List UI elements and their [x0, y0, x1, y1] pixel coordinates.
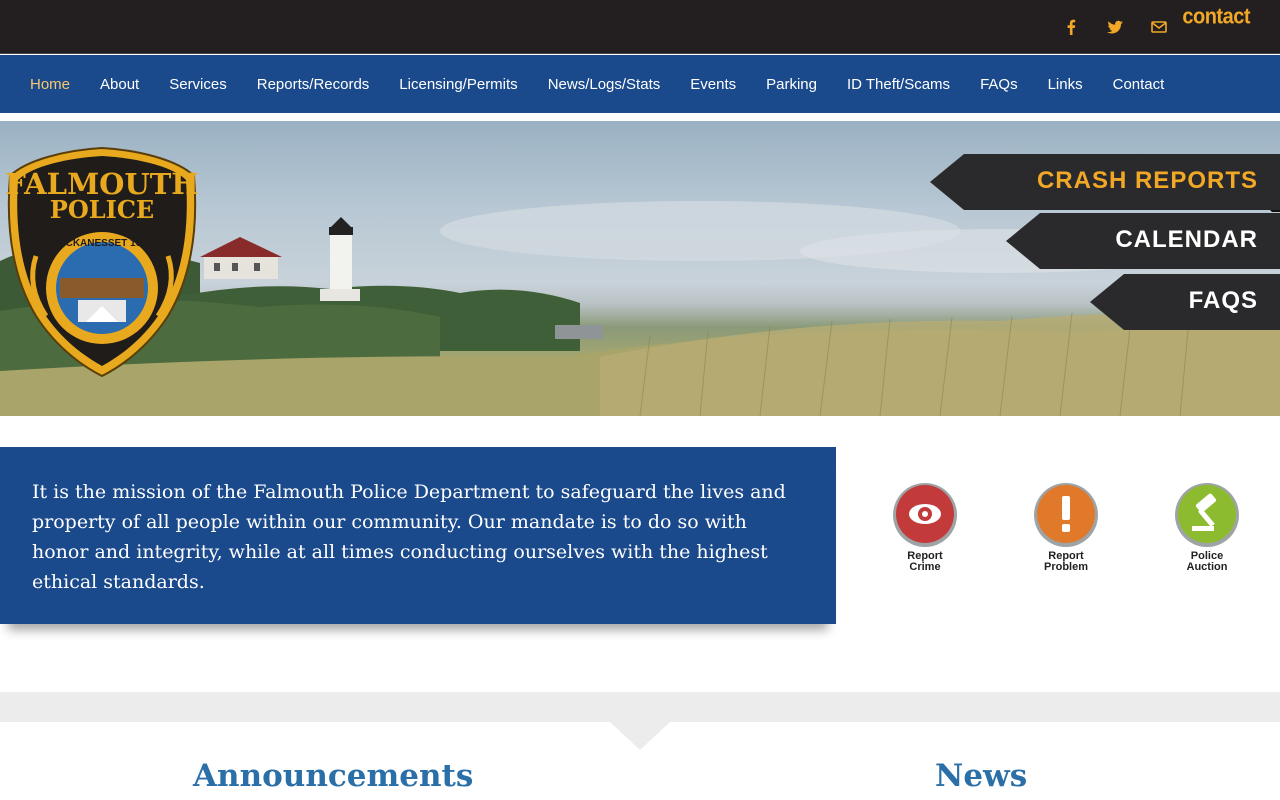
news-heading: News [935, 758, 1028, 794]
section-divider-band [0, 692, 1280, 722]
nav-item-services[interactable]: Services [169, 76, 227, 93]
faqs-label: FAQS [1188, 287, 1258, 314]
crash-reports-button[interactable]: CRASH REPORTS [930, 154, 1280, 212]
crash-reports-label: CRASH REPORTS [1036, 167, 1258, 194]
top-bar: contact [0, 0, 1280, 54]
mission-statement-text: It is the mission of the Falmouth Police… [32, 481, 786, 593]
calendar-label: CALENDAR [1115, 226, 1258, 253]
badge-line2: POLICE [50, 195, 154, 224]
announcements-heading: Announcements [193, 758, 474, 794]
mission-statement-box: It is the mission of the Falmouth Police… [0, 447, 836, 624]
nav-menu: Home About Services Reports/Records Lice… [30, 76, 1194, 93]
nav-item-faqs[interactable]: FAQs [980, 76, 1018, 93]
report-problem-label-2: Problem [1043, 561, 1088, 573]
nav-item-news-logs-stats[interactable]: News/Logs/Stats [548, 76, 661, 93]
nav-item-home[interactable]: Home [30, 76, 70, 93]
twitter-icon[interactable] [1104, 16, 1126, 38]
main-navigation: Home About Services Reports/Records Lice… [0, 55, 1280, 116]
badge-ribbon: SUCKANESSET 1602 [52, 238, 153, 249]
faqs-button[interactable]: FAQS [1090, 274, 1280, 330]
police-auction-link[interactable]: Police Auction [1162, 482, 1252, 573]
gavel-icon [1175, 483, 1239, 547]
exclamation-icon [1034, 483, 1098, 547]
section-divider-notch [610, 722, 670, 750]
falmouth-police-badge-logo: FALMOUTH POLICE SUCKANESSET 1602 [5, 146, 199, 378]
report-crime-link[interactable]: Report Crime [880, 482, 970, 573]
facebook-icon[interactable] [1060, 16, 1082, 38]
calendar-button[interactable]: CALENDAR [1006, 213, 1280, 269]
eye-icon [893, 483, 957, 547]
nav-item-id-theft-scams[interactable]: ID Theft/Scams [847, 76, 950, 93]
contact-link[interactable]: contact [1182, 5, 1250, 30]
report-crime-label-2: Crime [909, 561, 941, 573]
nav-item-licensing-permits[interactable]: Licensing/Permits [399, 76, 517, 93]
nav-item-parking[interactable]: Parking [766, 76, 817, 93]
report-problem-link[interactable]: Report Problem [1021, 482, 1111, 573]
nav-item-about[interactable]: About [100, 76, 139, 93]
nav-item-links[interactable]: Links [1048, 76, 1083, 93]
nav-item-contact[interactable]: Contact [1113, 76, 1165, 93]
mail-icon[interactable] [1148, 16, 1170, 38]
nav-item-reports-records[interactable]: Reports/Records [257, 76, 370, 93]
police-auction-label-2: Auction [1186, 561, 1228, 573]
nav-item-events[interactable]: Events [690, 76, 736, 93]
